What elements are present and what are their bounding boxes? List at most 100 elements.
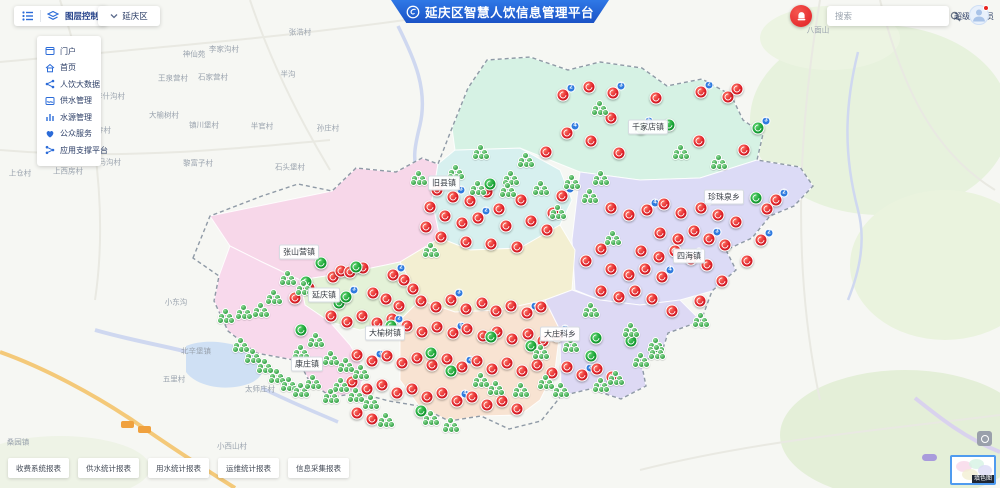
basemap-switcher-thumbnail[interactable]: 填色图 xyxy=(950,455,996,485)
map-marker-red[interactable]: 2 xyxy=(521,307,534,320)
alarm-button[interactable] xyxy=(790,5,812,27)
map-marker-cluster[interactable] xyxy=(591,100,609,116)
map-marker-red[interactable] xyxy=(580,255,593,268)
map-marker-cluster[interactable] xyxy=(235,304,253,320)
map-marker-red[interactable] xyxy=(716,275,729,288)
map-marker-red[interactable]: 5 xyxy=(556,190,569,203)
map-marker-red[interactable] xyxy=(761,203,774,216)
map-marker-red[interactable] xyxy=(421,391,434,404)
map-marker-cluster[interactable] xyxy=(563,174,581,190)
map-marker-red[interactable]: 3 xyxy=(703,233,716,246)
map-marker-red[interactable] xyxy=(694,295,707,308)
map-marker-green[interactable] xyxy=(445,365,458,378)
map-marker-red[interactable] xyxy=(516,365,529,378)
map-marker-red[interactable] xyxy=(460,303,473,316)
menu-item-3[interactable]: 人饮大数据 xyxy=(37,76,101,93)
map-marker-red[interactable] xyxy=(464,195,477,208)
map-marker-red[interactable] xyxy=(436,387,449,400)
map-marker-red[interactable] xyxy=(341,316,354,329)
map-marker-cluster[interactable] xyxy=(499,182,517,198)
map-marker-red[interactable]: 6 xyxy=(447,327,460,340)
map-marker-red[interactable] xyxy=(460,236,473,249)
map-marker-cluster[interactable] xyxy=(377,412,395,428)
map-marker-red[interactable] xyxy=(466,391,479,404)
map-marker-cluster[interactable] xyxy=(487,380,505,396)
map-viewport[interactable]: 张浩村李家沟村神仙苑王泉营村石家营村半沟李什沟村大榆树村白象寺村镇川堡村半官村孙… xyxy=(0,0,1000,488)
map-marker-cluster[interactable] xyxy=(604,230,622,246)
map-marker-cluster[interactable] xyxy=(710,154,728,170)
map-marker-cluster[interactable] xyxy=(692,312,710,328)
map-marker-red[interactable] xyxy=(511,241,524,254)
map-marker-red[interactable] xyxy=(424,201,437,214)
map-marker-red[interactable]: 4 xyxy=(451,395,464,408)
map-marker-red[interactable] xyxy=(731,83,744,96)
map-marker-red[interactable] xyxy=(393,300,406,313)
map-marker-red[interactable] xyxy=(654,227,667,240)
report-button-4[interactable]: 运维统计报表 xyxy=(218,458,279,478)
menu-item-6[interactable]: 公众服务 xyxy=(37,126,101,143)
map-marker-red[interactable] xyxy=(380,293,393,306)
map-marker-cluster[interactable] xyxy=(549,204,567,220)
map-marker-cluster[interactable] xyxy=(304,374,322,390)
report-button-1[interactable]: 收费系统报表 xyxy=(8,458,69,478)
map-marker-red[interactable] xyxy=(506,333,519,346)
map-marker-red[interactable]: 2 xyxy=(472,212,485,225)
map-marker-cluster[interactable] xyxy=(582,302,600,318)
layer-control-button[interactable]: 图层控制 xyxy=(14,6,107,26)
map-marker-red[interactable]: 3 xyxy=(445,294,458,307)
map-marker-cluster[interactable] xyxy=(362,394,380,410)
map-marker-red[interactable] xyxy=(431,321,444,334)
map-marker-red[interactable] xyxy=(496,395,509,408)
map-marker-red[interactable] xyxy=(561,361,574,374)
map-marker-red[interactable] xyxy=(493,203,506,216)
map-marker-red[interactable]: 3 xyxy=(607,87,620,100)
map-marker-red[interactable] xyxy=(675,207,688,220)
map-marker-red[interactable]: 2 xyxy=(755,234,768,247)
district-dropdown[interactable]: 延庆区 xyxy=(98,6,160,26)
map-marker-green[interactable] xyxy=(750,192,763,205)
map-marker-red[interactable] xyxy=(693,135,706,148)
report-button-2[interactable]: 供水统计报表 xyxy=(78,458,139,478)
map-marker-cluster[interactable] xyxy=(592,170,610,186)
map-marker-red[interactable] xyxy=(531,359,544,372)
map-marker-red[interactable] xyxy=(406,383,419,396)
map-marker-cluster[interactable] xyxy=(581,188,599,204)
map-marker-red[interactable] xyxy=(666,305,679,318)
map-marker-red[interactable] xyxy=(646,293,659,306)
map-marker-red[interactable] xyxy=(650,92,663,105)
map-marker-red[interactable] xyxy=(396,357,409,370)
map-marker-red[interactable] xyxy=(481,399,494,412)
map-marker-red[interactable] xyxy=(738,144,751,157)
map-marker-cluster[interactable] xyxy=(532,180,550,196)
map-marker-green[interactable] xyxy=(425,347,438,360)
map-locate-button[interactable] xyxy=(977,431,992,446)
map-marker-red[interactable] xyxy=(411,352,424,365)
map-marker-red[interactable] xyxy=(629,285,642,298)
map-marker-cluster[interactable] xyxy=(410,170,428,186)
map-marker-cluster[interactable] xyxy=(532,344,550,360)
map-marker-red[interactable] xyxy=(356,310,369,323)
map-marker-red[interactable] xyxy=(639,263,652,276)
map-marker-green[interactable]: 3 xyxy=(752,122,765,135)
map-marker-red[interactable] xyxy=(376,379,389,392)
user-avatar[interactable] xyxy=(969,5,989,25)
map-marker-cluster[interactable] xyxy=(472,144,490,160)
map-marker-red[interactable] xyxy=(420,221,433,234)
map-marker-green[interactable] xyxy=(350,261,363,274)
map-marker-red[interactable] xyxy=(605,263,618,276)
map-marker-red[interactable] xyxy=(623,269,636,282)
map-marker-red[interactable] xyxy=(391,387,404,400)
map-marker-red[interactable] xyxy=(456,217,469,230)
map-marker-cluster[interactable] xyxy=(442,417,460,433)
map-marker-red[interactable] xyxy=(522,328,535,341)
map-marker-red[interactable] xyxy=(416,326,429,339)
map-marker-red[interactable] xyxy=(591,363,604,376)
map-marker-red[interactable] xyxy=(605,202,618,215)
map-marker-red[interactable]: 2 xyxy=(695,86,708,99)
map-marker-red[interactable] xyxy=(623,209,636,222)
map-marker-red[interactable] xyxy=(325,310,338,323)
report-button-5[interactable]: 信息采集报表 xyxy=(288,458,349,478)
map-marker-red[interactable]: 3 xyxy=(447,191,460,204)
map-marker-cluster[interactable] xyxy=(252,302,270,318)
map-marker-red[interactable] xyxy=(653,251,666,264)
